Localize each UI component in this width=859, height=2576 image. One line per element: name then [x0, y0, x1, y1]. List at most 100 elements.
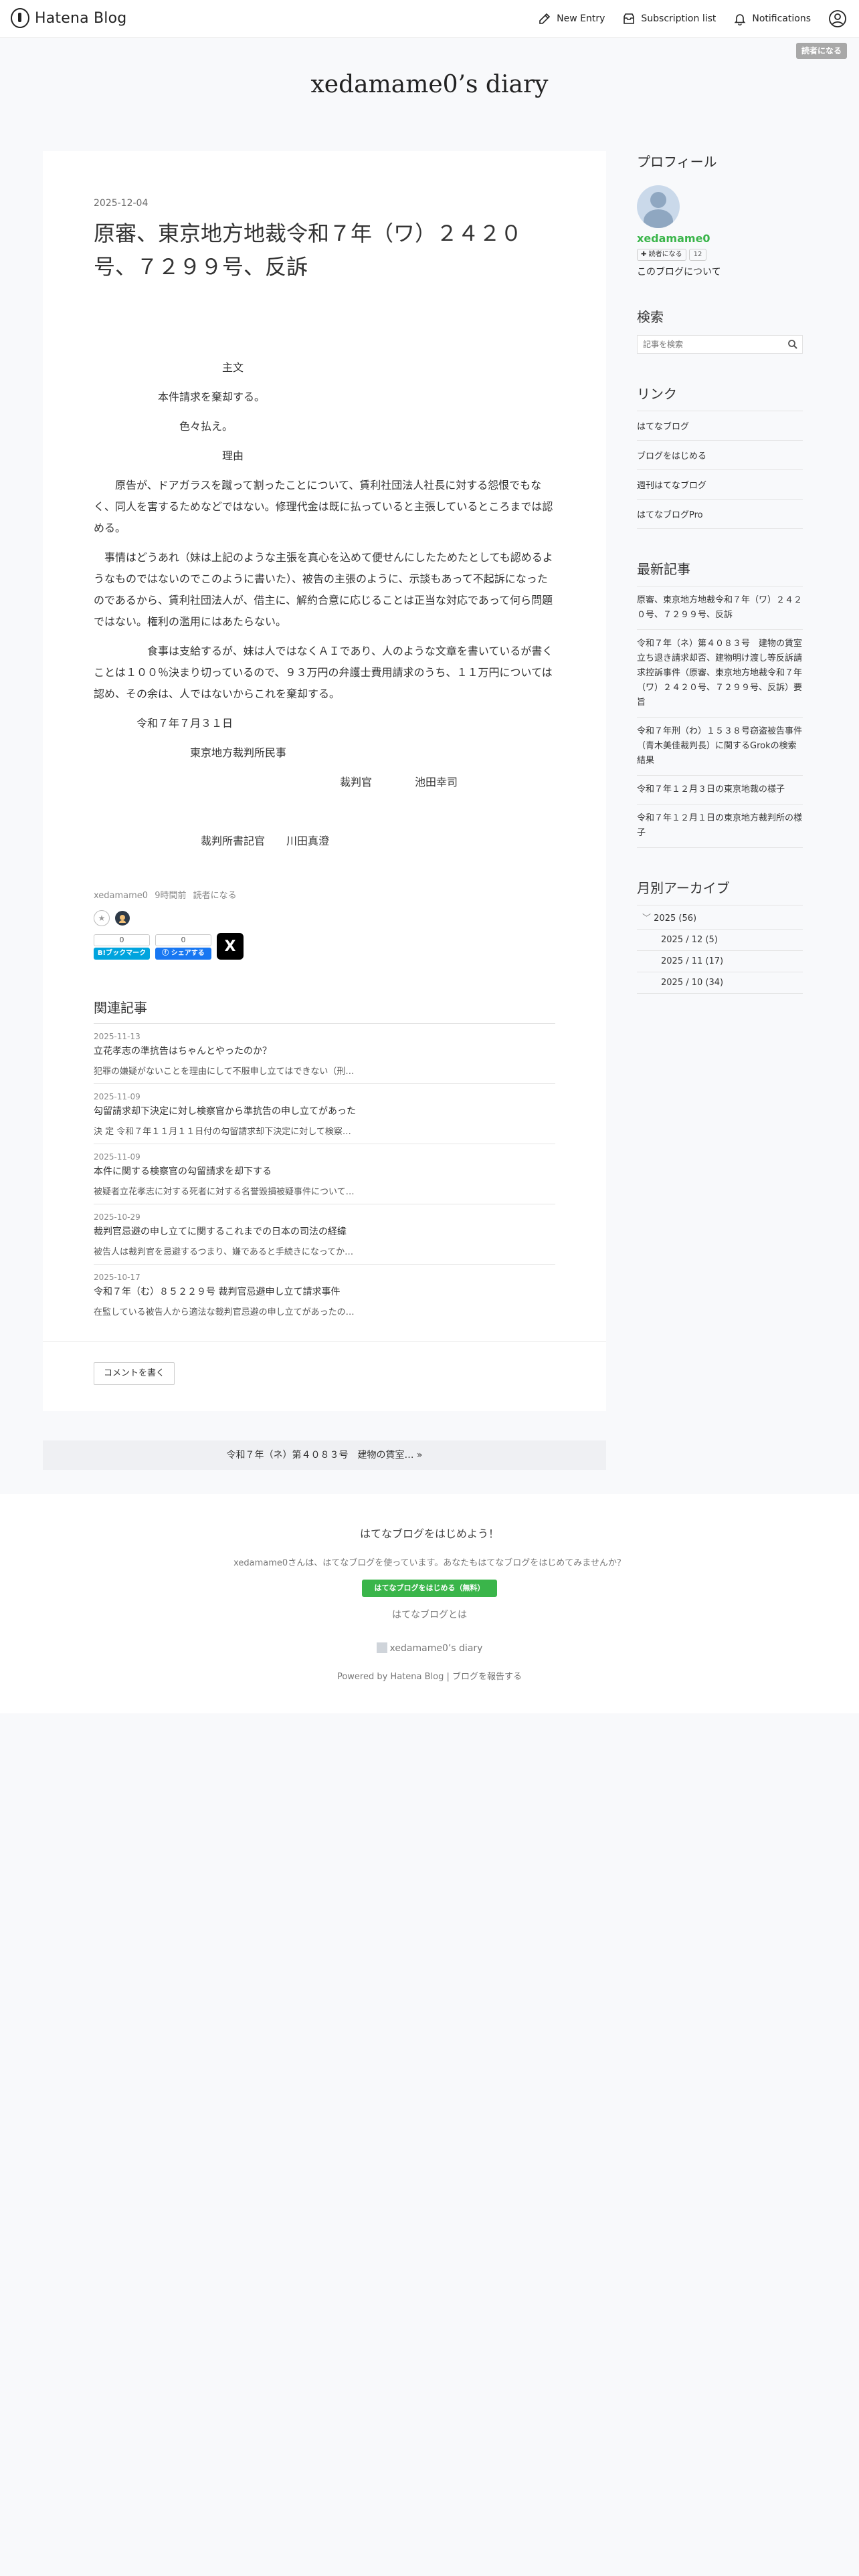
footer-blog-name: xedamame0’s diary: [389, 1643, 483, 1654]
profile-subscribe-row: ✚ 読者になる 12: [637, 249, 803, 261]
sidebar: プロフィール xedamame0 ✚ 読者になる 12 このブログについて 検索…: [637, 151, 803, 994]
body-paragraph: 事情はどうあれ（妹は上記のような主張を真心を込めて便せんにしたためたとしても認め…: [94, 551, 553, 628]
related-item[interactable]: 2025-11-09 勾留請求却下決定に対し検察官から準抗告の申し立てがあった …: [94, 1084, 555, 1144]
start-blog-button[interactable]: はてなブログをはじめる（無料）: [362, 1580, 497, 1597]
inbox-icon: [624, 13, 635, 24]
body-paragraph: 主文: [94, 361, 244, 374]
related-item[interactable]: 2025-10-17 令和７年（む）８５２２９号 裁判官忌避申し立て請求事件 在…: [94, 1265, 555, 1324]
body-paragraph: 本件請求を棄却する。: [94, 391, 266, 403]
facebook-share-button[interactable]: ⓕ シェアする: [155, 948, 211, 960]
bookmark-button[interactable]: B!ブックマーク: [94, 948, 150, 960]
related-title[interactable]: 勾留請求却下決定に対し検察官から準抗告の申し立てがあった: [94, 1104, 555, 1117]
related-snippet: 決 定 令和７年１１月１１日付の勾留請求却下決定に対して検察…: [94, 1127, 351, 1137]
search-box: [637, 335, 803, 354]
footer-blog-link[interactable]: xedamame0’s diary: [0, 1642, 859, 1654]
search-module: 検索: [637, 306, 803, 354]
profile-name[interactable]: xedamame0: [637, 232, 803, 245]
recent-entries-module: 最新記事 原審、東京地方地裁令和７年（ワ）２４２０号、７２９９号、反訴 令和７年…: [637, 558, 803, 848]
recent-heading: 最新記事: [637, 558, 803, 586]
hatena-bookmark-share[interactable]: 0 B!ブックマーク: [94, 934, 150, 960]
meta-subscribe-link[interactable]: 読者になる: [193, 891, 237, 901]
body-paragraph: [94, 801, 555, 823]
related-title[interactable]: 令和７年（む）８５２２９号 裁判官忌避申し立て請求事件: [94, 1285, 555, 1298]
notifications-label: Notifications: [752, 13, 811, 24]
main-content: 2025-12-04 原審、東京地方地裁令和７年（ワ）２４２０号、７２９９号、反…: [43, 151, 606, 1411]
related-title[interactable]: 本件に関する検察官の勾留請求を却下する: [94, 1164, 555, 1178]
related-date: 2025-11-09: [94, 1152, 140, 1162]
facebook-icon: ⓕ: [162, 950, 169, 957]
notifications-link[interactable]: Notifications: [733, 12, 811, 25]
body-paragraph: 食事は支給するが、妹は人ではなくＡＩであり、人のような文章を書いているが書くこと…: [94, 645, 553, 700]
body-paragraph: 東京地方裁判所民事: [94, 746, 287, 759]
related-item[interactable]: 2025-10-29 裁判官忌避の申し立てに関するこれまでの日本の司法の経緯 被…: [94, 1204, 555, 1265]
profile-subscribe-button[interactable]: ✚ 読者になる: [637, 249, 686, 261]
search-input[interactable]: [638, 336, 789, 353]
sidebar-link[interactable]: はてなブログPro: [637, 500, 803, 529]
footer-text: xedamame0さんは、はてなブログを使っています。あなたもはてなブログをはじ…: [233, 1558, 626, 1568]
user-menu-button[interactable]: [828, 9, 847, 28]
subscriber-count[interactable]: 12: [688, 249, 707, 261]
footer-title: はてなブログをはじめよう！: [359, 1527, 499, 1540]
body-paragraph: 令和７年７月３１日: [94, 717, 233, 730]
comment-area: コメントを書く: [43, 1341, 606, 1412]
recent-entry-link[interactable]: 令和７年刑（わ）１５３８号窃盗被告事件（青木美佳裁判長）に関するGrokの検索結…: [637, 718, 803, 776]
facebook-share[interactable]: 0 ⓕ シェアする: [155, 934, 211, 960]
powered-by[interactable]: Powered by Hatena Blog | ブログを報告する: [0, 1669, 859, 1682]
entry-meta: xedamame0 9時間前 読者になる: [94, 888, 555, 901]
search-icon[interactable]: [787, 339, 798, 350]
blog-title[interactable]: xedamame0’s diary: [0, 71, 859, 98]
about-blog-link[interactable]: このブログについて: [637, 265, 803, 278]
blog-icon: [376, 1642, 387, 1653]
related-snippet: 犯罪の嫌疑がないことを理由にして不服申し立てはできない（刑…: [94, 1067, 355, 1077]
new-entry-label: New Entry: [557, 13, 605, 24]
entry-body: 主文 本件請求を棄却する。 色々払え。 理由 原告が、ドアガラスを蹴って割ったこ…: [94, 357, 555, 852]
sidebar-link[interactable]: 週刊はてなブログ: [637, 470, 803, 500]
chevron-down-icon[interactable]: ﹀: [642, 914, 651, 924]
star-row: ★: [94, 910, 555, 926]
global-header: Hatena Blog New Entry Subscription list …: [0, 0, 859, 38]
recent-entry-link[interactable]: 令和７年１２月１日の東京地方裁判所の様子: [637, 804, 803, 848]
author-link[interactable]: xedamame0: [94, 891, 148, 901]
body-paragraph: 原告が、ドアガラスを蹴って割ったことについて、賃利社団法人社長に対する怨恨でもな…: [94, 479, 553, 534]
sidebar-link[interactable]: はてなブログ: [637, 411, 803, 441]
related-date: 2025-10-29: [94, 1212, 140, 1222]
related-title[interactable]: 立花孝志の準抗告はちゃんとやったのか？: [94, 1044, 555, 1057]
new-entry-link[interactable]: New Entry: [538, 12, 605, 25]
hatena-blog-logo[interactable]: Hatena Blog: [11, 8, 126, 28]
sidebar-link[interactable]: ブログをはじめる: [637, 441, 803, 470]
archive-month[interactable]: 2025 / 10 (34): [637, 972, 803, 994]
related-snippet: 被疑者立花孝志に対する死者に対する名誉毀損被疑事件について…: [94, 1187, 355, 1197]
write-comment-button[interactable]: コメントを書く: [94, 1362, 175, 1385]
star-user-avatar[interactable]: [115, 911, 130, 926]
related-title[interactable]: 裁判官忌避の申し立てに関するこれまでの日本の司法の経緯: [94, 1224, 555, 1238]
related-snippet: 被告人は裁判官を忌避するつまり、嫌であると手続きになってか…: [94, 1247, 354, 1257]
entry-date[interactable]: 2025-12-04: [94, 198, 555, 209]
bookmark-count: 0: [94, 934, 150, 946]
entry-title[interactable]: 原審、東京地方地裁令和７年（ワ）２４２０号、７２９９号、反訴: [94, 217, 555, 284]
share-count: 0: [155, 934, 211, 946]
related-item[interactable]: 2025-11-13 立花孝志の準抗告はちゃんとやったのか？ 犯罪の嫌疑がないこ…: [94, 1024, 555, 1084]
entry-time[interactable]: 9時間前: [155, 891, 186, 901]
recent-entry-link[interactable]: 原審、東京地方地裁令和７年（ワ）２４２０号、７２９９号、反訴: [637, 586, 803, 630]
profile-heading: プロフィール: [637, 154, 717, 170]
add-star-button[interactable]: ★: [94, 910, 110, 926]
global-nav: New Entry Subscription list Notification…: [538, 8, 847, 29]
x-icon: X: [224, 938, 236, 955]
subscription-list-link[interactable]: Subscription list: [622, 12, 716, 25]
related-item[interactable]: 2025-11-09 本件に関する検察官の勾留請求を却下する 被疑者立花孝志に対…: [94, 1144, 555, 1204]
profile-avatar[interactable]: [637, 185, 680, 228]
user-avatar-icon: [119, 915, 126, 923]
archive-year[interactable]: ﹀ 2025 (56): [637, 905, 803, 930]
body-paragraph: 裁判所書記官 川田真澄: [94, 835, 330, 847]
next-entry-link[interactable]: 令和７年（ネ）第４０８３号 建物の賃室… »: [43, 1440, 606, 1470]
recent-entry-link[interactable]: 令和７年１２月３日の東京地裁の様子: [637, 776, 803, 804]
subscription-list-label: Subscription list: [641, 13, 717, 24]
archive-year-label[interactable]: 2025 (56): [654, 914, 696, 924]
subscribe-button[interactable]: 読者になる: [795, 43, 847, 59]
archive-month[interactable]: 2025 / 12 (5): [637, 930, 803, 951]
archive-month[interactable]: 2025 / 11 (17): [637, 951, 803, 972]
about-hatena-blog-link[interactable]: はてなブログとは: [0, 1608, 859, 1621]
body-paragraph: 理由: [94, 449, 244, 462]
recent-entry-link[interactable]: 令和７年（ネ）第４０８３号 建物の賃室立ち退き請求却否、建物明け渡し等反訴請求控…: [637, 630, 803, 718]
x-share-button[interactable]: X: [217, 933, 244, 960]
